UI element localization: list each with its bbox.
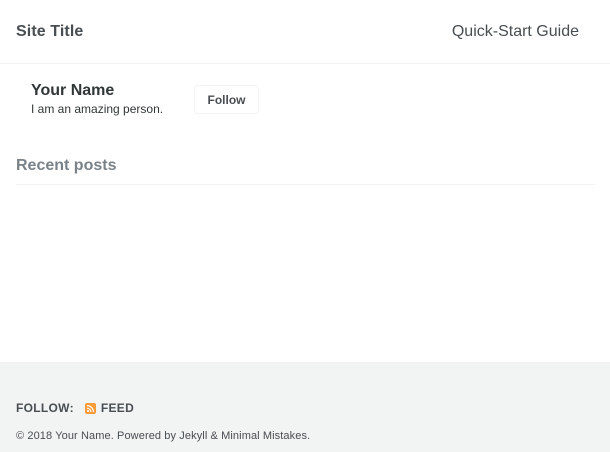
- recent-posts-divider: [16, 184, 595, 185]
- follow-button[interactable]: Follow: [194, 85, 259, 114]
- nav-link-quick-start-guide[interactable]: Quick-Start Guide: [452, 23, 579, 41]
- feed-label: FEED: [100, 401, 135, 415]
- feed-link[interactable]: FEED: [84, 401, 135, 415]
- masthead: Site Title Quick-Start Guide: [0, 0, 610, 64]
- copyright-text: © 2018 Your Name. Powered by Jekyll & Mi…: [16, 430, 311, 442]
- footer-follow-label: FOLLOW:: [16, 401, 74, 415]
- site-title-link[interactable]: Site Title: [16, 23, 83, 41]
- author-profile: Your Name I am an amazing person.: [31, 81, 163, 116]
- page-footer: FOLLOW: FEED © 2018 Your Name. Powered b…: [0, 362, 610, 452]
- footer-follow-row: FOLLOW: FEED: [16, 401, 134, 415]
- recent-posts-heading: Recent posts: [16, 157, 117, 174]
- author-bio: I am an amazing person.: [31, 102, 164, 116]
- author-name: Your Name: [31, 82, 115, 99]
- rss-icon: [84, 402, 96, 414]
